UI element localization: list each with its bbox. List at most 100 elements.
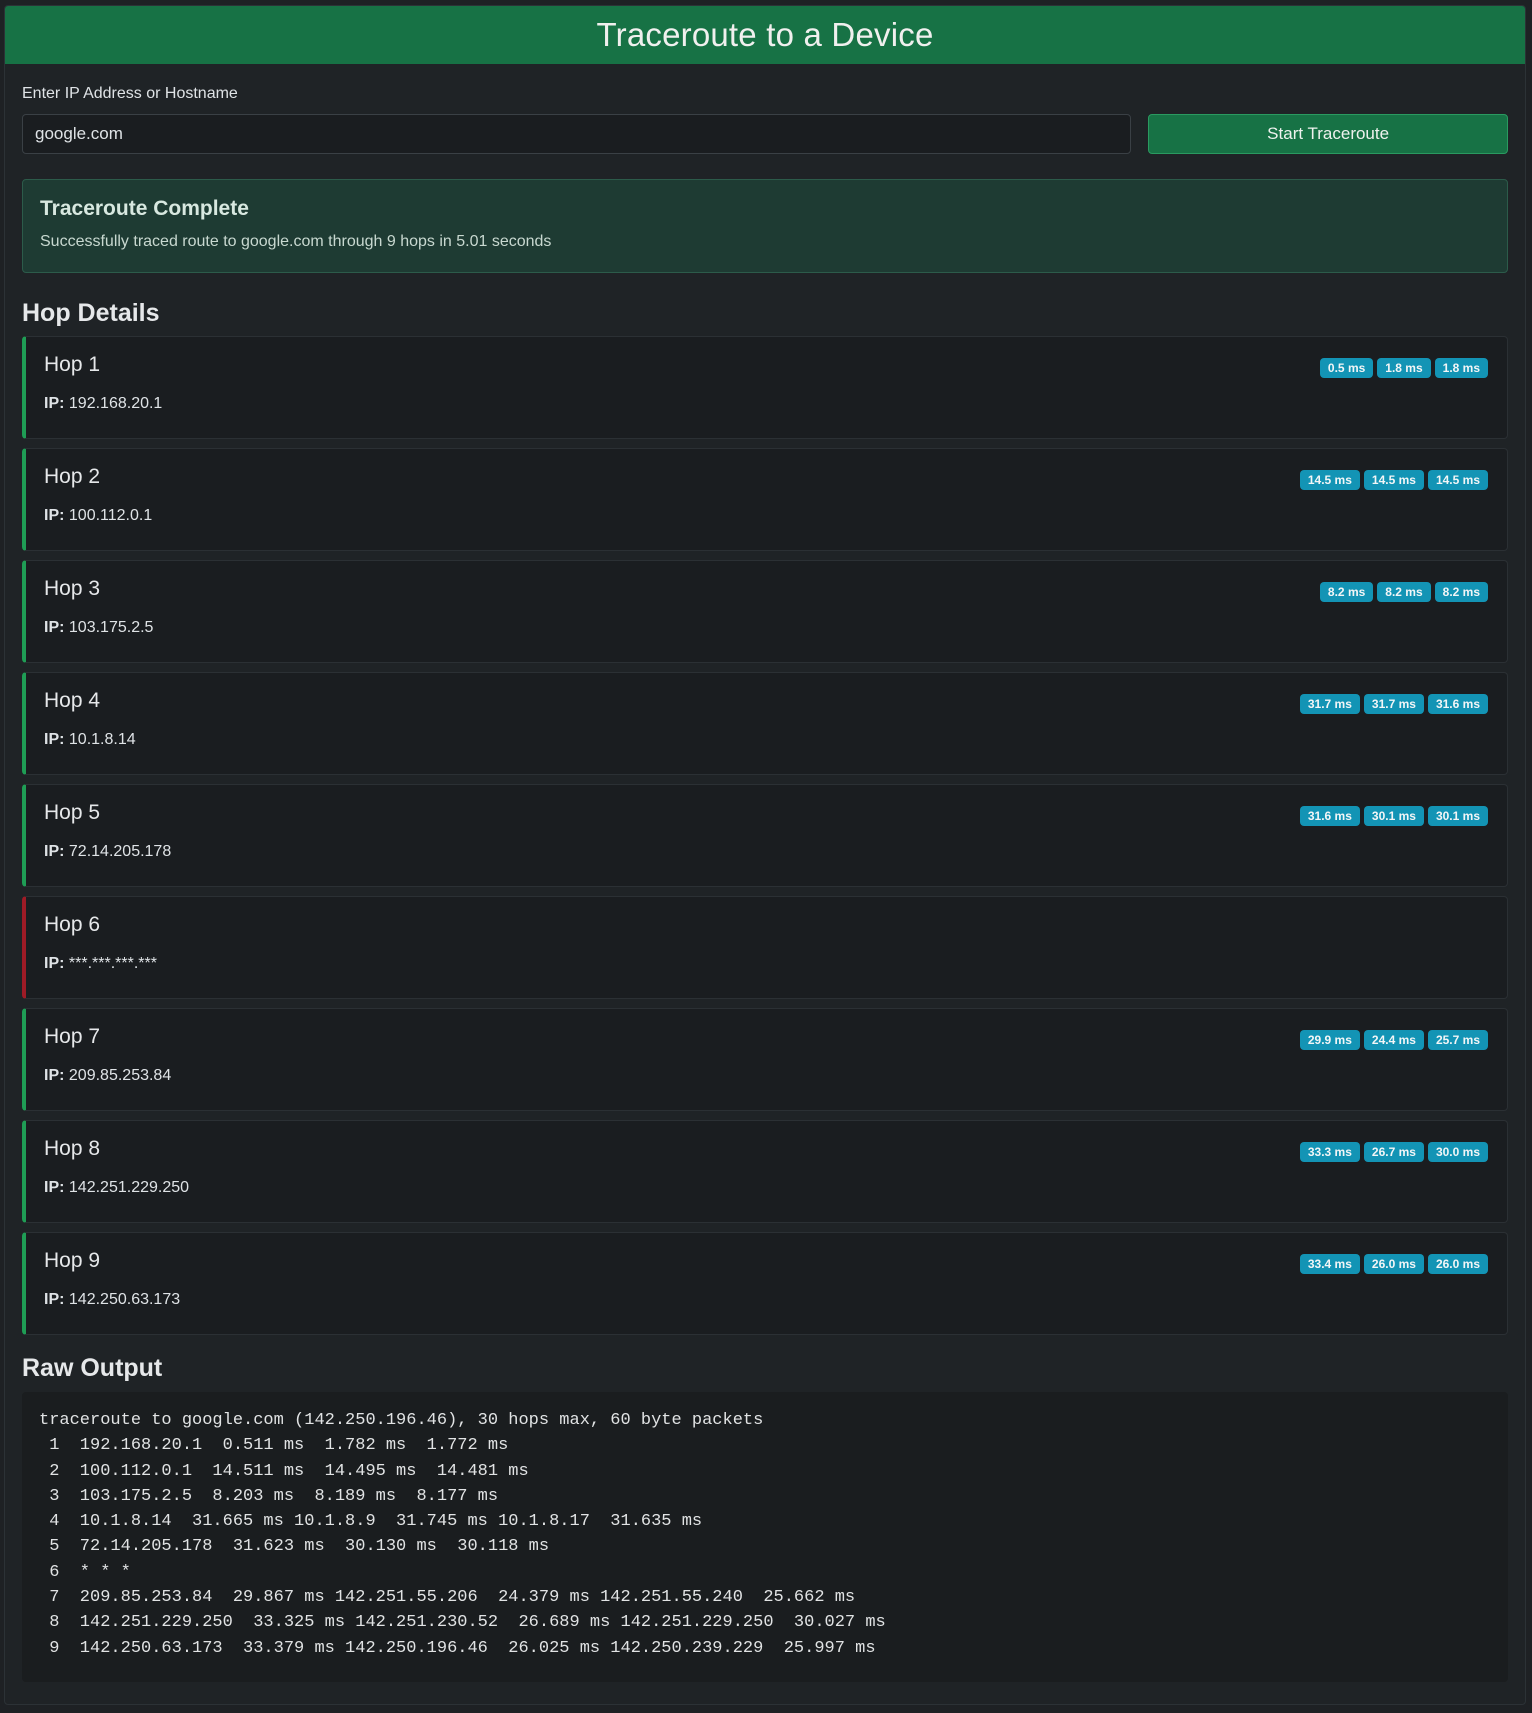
- latency-badge: 1.8 ms: [1434, 358, 1488, 378]
- hop-card: Hop 2 IP: 100.112.0.1 14.5 ms 14.5 ms 14.5 m…: [22, 448, 1508, 551]
- hop-ip: IP: 100.112.0.1: [44, 507, 1489, 525]
- latency-badge: 8.2 ms: [1377, 582, 1431, 602]
- raw-output-line: 4 10.1.8.14 31.665 ms 10.1.8.9 31.745 ms…: [39, 1512, 703, 1532]
- host-input[interactable]: [22, 114, 1132, 154]
- hop-ip: IP: 10.1.8.14: [44, 731, 1489, 749]
- hop-name: Hop 6: [44, 913, 101, 936]
- hop-list: Hop 1 IP: 192.168.20.1 0.5 ms 1.8 ms 1.8 ms H…: [22, 336, 1508, 1335]
- status-alert: Traceroute Complete Successfully traced …: [22, 179, 1508, 273]
- hop-ip: IP: 142.250.63.173: [44, 1291, 1489, 1309]
- latency-badge: 8.2 ms: [1434, 582, 1488, 602]
- latency-badge: 8.2 ms: [1319, 582, 1374, 602]
- traceroute-form: Start Traceroute: [22, 114, 1508, 154]
- raw-output: traceroute to google.com (142.250.196.46…: [22, 1392, 1508, 1682]
- hop-ip-value: 100.112.0.1: [68, 507, 153, 524]
- latency-badge: 33.4 ms: [1299, 1254, 1360, 1274]
- hop-ip-label: IP:: [44, 507, 65, 524]
- latency-badge: 31.7 ms: [1299, 694, 1360, 714]
- latency-badge: 31.6 ms: [1427, 694, 1488, 714]
- hop-ip-value: 192.168.20.1: [68, 395, 163, 412]
- hop-card: Hop 8 IP: 142.251.229.250 33.3 ms 26.7 ms 30…: [22, 1120, 1508, 1223]
- latency-badges: 8.2 ms 8.2 ms 8.2 ms: [1319, 582, 1488, 602]
- latency-badge: 14.5 ms: [1299, 470, 1360, 490]
- status-message: Successfully traced route to google.com …: [40, 233, 552, 250]
- page-title: Traceroute to a Device: [596, 16, 934, 53]
- latency-badge: 30.1 ms: [1363, 806, 1424, 826]
- raw-output-line: 9 142.250.63.173 33.379 ms 142.250.196.4…: [39, 1638, 876, 1658]
- main-content: Enter IP Address or Hostname Start Trace…: [5, 85, 1525, 1682]
- latency-badge: 33.3 ms: [1299, 1142, 1360, 1162]
- latency-badge: 26.0 ms: [1427, 1254, 1488, 1274]
- app-header: Traceroute to a Device: [5, 6, 1525, 64]
- hop-ip-label: IP:: [44, 731, 65, 748]
- hop-ip: IP: ***.***.***.***: [44, 955, 1489, 973]
- latency-badge: 25.7 ms: [1427, 1030, 1488, 1050]
- raw-output-line: 8 142.251.229.250 33.325 ms 142.251.230.…: [39, 1613, 886, 1633]
- raw-output-line: 5 72.14.205.178 31.623 ms 30.130 ms 30.1…: [39, 1537, 550, 1557]
- latency-badge: 24.4 ms: [1363, 1030, 1424, 1050]
- latency-badges: 31.6 ms 30.1 ms 30.1 ms: [1299, 806, 1488, 826]
- hop-card: Hop 3 IP: 103.175.2.5 8.2 ms 8.2 ms 8.2 ms: [22, 560, 1508, 663]
- hop-ip-value: 142.251.229.250: [68, 1179, 190, 1196]
- latency-badges: 14.5 ms 14.5 ms 14.5 ms: [1299, 470, 1488, 490]
- raw-output-line: 1 192.168.20.1 0.511 ms 1.782 ms 1.772 m…: [39, 1436, 509, 1456]
- latency-badge: 26.0 ms: [1363, 1254, 1424, 1274]
- hop-ip-label: IP:: [44, 843, 65, 860]
- latency-badge: 14.5 ms: [1427, 470, 1488, 490]
- hop-ip: IP: 192.168.20.1: [44, 395, 1489, 413]
- hop-ip-label: IP:: [44, 619, 65, 636]
- latency-badges: 31.7 ms 31.7 ms 31.6 ms: [1299, 694, 1488, 714]
- raw-output-heading: Raw Output: [22, 1354, 163, 1382]
- raw-output-line: 7 209.85.253.84 29.867 ms 142.251.55.206…: [39, 1588, 856, 1608]
- hop-ip-label: IP:: [44, 1291, 65, 1308]
- hop-card: Hop 1 IP: 192.168.20.1 0.5 ms 1.8 ms 1.8 ms: [22, 336, 1508, 439]
- latency-badge: 30.1 ms: [1427, 806, 1488, 826]
- hop-ip-value: 72.14.205.178: [68, 843, 172, 860]
- hop-ip: IP: 103.175.2.5: [44, 619, 1489, 637]
- latency-badges: 33.4 ms 26.0 ms 26.0 ms: [1299, 1254, 1488, 1274]
- raw-output-line: 6 * * *: [39, 1562, 131, 1582]
- raw-output-line: 2 100.112.0.1 14.511 ms 14.495 ms 14.481…: [39, 1461, 529, 1481]
- latency-badge: 0.5 ms: [1319, 358, 1374, 378]
- app-window: Traceroute to a Device Enter IP Address …: [4, 5, 1526, 1705]
- start-traceroute-button[interactable]: Start Traceroute: [1148, 114, 1508, 154]
- raw-output-line: 3 103.175.2.5 8.203 ms 8.189 ms 8.177 ms: [39, 1486, 499, 1506]
- latency-badge: 30.0 ms: [1427, 1142, 1488, 1162]
- hop-ip-value: 142.250.63.173: [68, 1291, 181, 1308]
- hop-card: Hop 9 IP: 142.250.63.173 33.4 ms 26.0 ms 26.…: [22, 1232, 1508, 1335]
- hop-ip: IP: 72.14.205.178: [44, 843, 1489, 861]
- hop-ip-label: IP:: [44, 1067, 65, 1084]
- hop-ip: IP: 209.85.253.84: [44, 1067, 1489, 1085]
- latency-badge: 14.5 ms: [1363, 470, 1424, 490]
- latency-badge: 1.8 ms: [1377, 358, 1431, 378]
- status-title: Traceroute Complete: [40, 197, 249, 220]
- hop-card: Hop 4 IP: 10.1.8.14 31.7 ms 31.7 ms 31.6 ms: [22, 672, 1508, 775]
- hop-card: Hop 6 IP: ***.***.***.***: [22, 896, 1508, 999]
- hop-name: Hop 7: [44, 1025, 101, 1048]
- hop-name: Hop 2: [44, 465, 101, 488]
- hop-ip-label: IP:: [44, 955, 65, 972]
- hop-ip-value: 10.1.8.14: [68, 731, 136, 748]
- hop-ip: IP: 142.251.229.250: [44, 1179, 1489, 1197]
- latency-badges: 29.9 ms 24.4 ms 25.7 ms: [1299, 1030, 1488, 1050]
- hop-name: Hop 4: [44, 689, 101, 712]
- latency-badge: 31.7 ms: [1363, 694, 1424, 714]
- latency-badge: 29.9 ms: [1299, 1030, 1360, 1050]
- hop-ip-label: IP:: [44, 1179, 65, 1196]
- host-input-label: Enter IP Address or Hostname: [22, 85, 238, 102]
- hop-name: Hop 9: [44, 1249, 101, 1272]
- hop-ip-value: ***.***.***.***: [68, 955, 157, 972]
- raw-output-line: traceroute to google.com (142.250.196.46…: [39, 1411, 764, 1430]
- latency-badge: 26.7 ms: [1363, 1142, 1424, 1162]
- hop-ip-label: IP:: [44, 395, 65, 412]
- hop-card: Hop 7 IP: 209.85.253.84 29.9 ms 24.4 ms 25.7…: [22, 1008, 1508, 1111]
- hop-details-heading: Hop Details: [22, 299, 160, 327]
- hop-card: Hop 5 IP: 72.14.205.178 31.6 ms 30.1 ms 30.1…: [22, 784, 1508, 887]
- hop-ip-value: 209.85.253.84: [68, 1067, 172, 1084]
- hop-name: Hop 1: [44, 353, 101, 376]
- hop-name: Hop 8: [44, 1137, 101, 1160]
- hop-ip-value: 103.175.2.5: [68, 619, 154, 636]
- latency-badges: 33.3 ms 26.7 ms 30.0 ms: [1299, 1142, 1488, 1162]
- hop-name: Hop 3: [44, 577, 101, 600]
- latency-badges: 0.5 ms 1.8 ms 1.8 ms: [1319, 358, 1488, 378]
